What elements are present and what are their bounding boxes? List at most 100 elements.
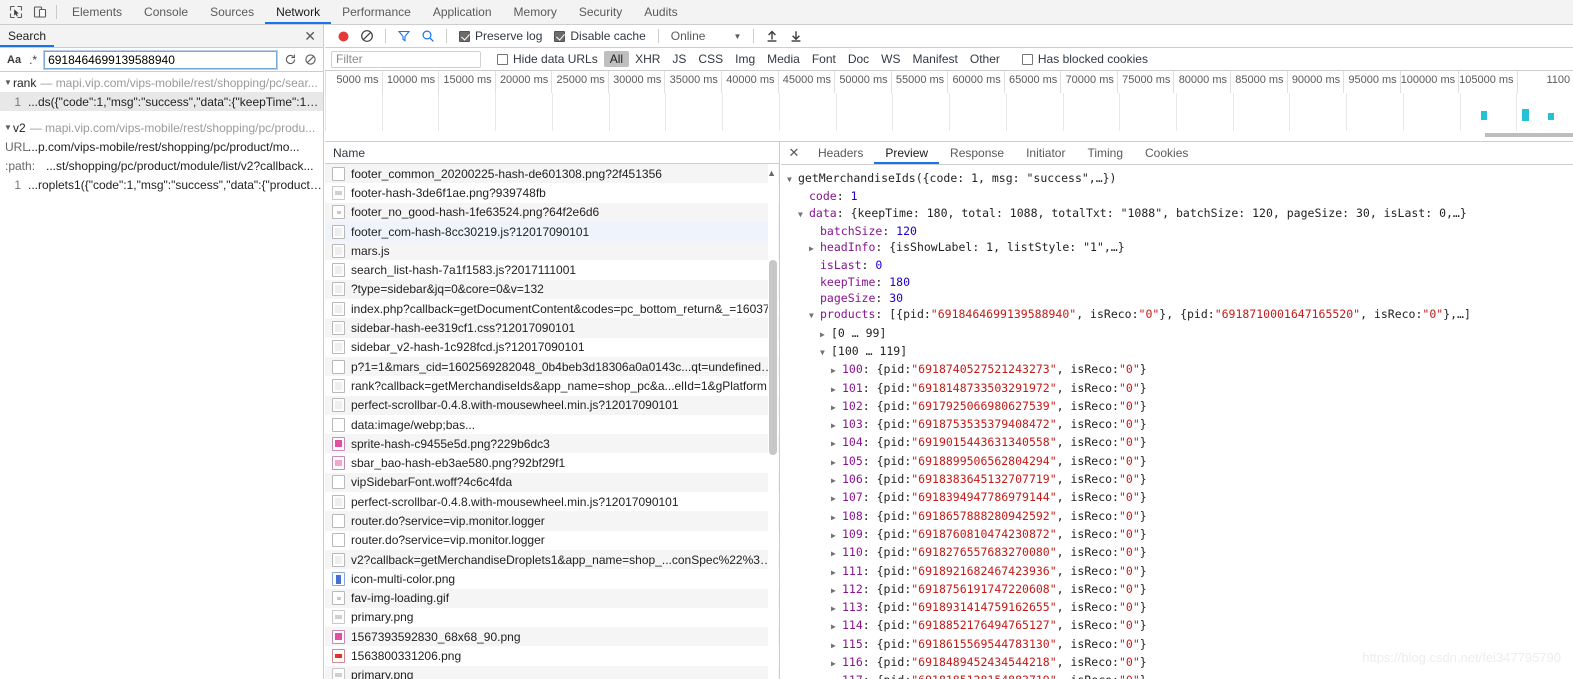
filter-type-xhr[interactable]: XHR xyxy=(629,51,666,67)
filter-type-css[interactable]: CSS xyxy=(692,51,729,67)
request-row[interactable]: perfect-scrollbar-0.4.8.with-mousewheel.… xyxy=(325,395,779,415)
scrollbar-thumb[interactable] xyxy=(769,260,777,455)
search-result-group-rank[interactable]: ▼ rank — mapi.vip.com/vips-mobile/rest/s… xyxy=(0,73,323,92)
request-row[interactable]: perfect-scrollbar-0.4.8.with-mousewheel.… xyxy=(325,492,779,511)
hide-data-urls-checkbox[interactable]: Hide data URLs xyxy=(497,52,598,66)
chevron-right-icon[interactable]: ▶ xyxy=(831,418,842,434)
request-row[interactable]: search_list-hash-7a1f1583.js?2017111001 xyxy=(325,260,779,279)
json-product-item[interactable]: ▶ 111: {pid: "6918921682467423936", isRec… xyxy=(787,563,1573,581)
request-row[interactable]: primary.png xyxy=(325,608,779,627)
request-row[interactable]: rank?callback=getMerchandiseIds&app_name… xyxy=(325,376,779,395)
scroll-up-arrow-icon[interactable]: ▲ xyxy=(767,168,776,178)
network-timeline-overview[interactable]: 5000 ms 10000 ms 15000 ms 20000 ms 25000 ms 3… xyxy=(325,71,1573,142)
chevron-down-icon[interactable]: ▼ xyxy=(798,207,809,223)
tab-performance[interactable]: Performance xyxy=(331,0,422,24)
request-row[interactable]: 1563800331206.png xyxy=(325,646,779,665)
request-row[interactable]: footer-hash-3de6f1ae.png?939748fb xyxy=(325,183,779,202)
json-line-data[interactable]: ▼ data: {keepTime: 180, total: 1088, tota… xyxy=(787,205,1573,223)
json-preview-tree[interactable]: ▼ getMerchandiseIds({code: 1, msg: "succe… xyxy=(781,165,1573,679)
request-list-scrollbar[interactable]: ▲ xyxy=(767,164,778,679)
tab-cookies[interactable]: Cookies xyxy=(1134,142,1199,164)
request-row[interactable]: primary.png xyxy=(325,665,779,679)
has-blocked-cookies-checkbox[interactable]: Has blocked cookies xyxy=(1021,52,1148,66)
chevron-right-icon[interactable]: ▶ xyxy=(831,656,842,672)
json-product-item[interactable]: ▶ 114: {pid: "6918852176494765127", isRec… xyxy=(787,617,1573,635)
chevron-right-icon[interactable]: ▶ xyxy=(831,565,842,581)
chevron-right-icon[interactable]: ▶ xyxy=(831,619,842,635)
clear-icon[interactable] xyxy=(303,53,317,67)
request-row[interactable]: p?1=1&mars_cid=1602569282048_0b4beb3d183… xyxy=(325,356,779,377)
search-result-row[interactable]: 1 ...ds({"code":1,"msg":"success","data"… xyxy=(0,92,323,111)
record-icon[interactable] xyxy=(331,26,355,46)
tab-response[interactable]: Response xyxy=(939,142,1015,164)
search-results-list[interactable]: ▼ rank — mapi.vip.com/vips-mobile/rest/s… xyxy=(0,73,323,679)
json-product-item[interactable]: ▶ 116: {pid: "6918489452434544218", isRec… xyxy=(787,654,1573,672)
json-product-item[interactable]: ▶ 113: {pid: "6918931414759162655", isRec… xyxy=(787,599,1573,617)
search-result-row[interactable]: 1 ...roplets1({"code":1,"msg":"success",… xyxy=(0,175,323,194)
request-row[interactable]: fav-img-loading.gif xyxy=(325,588,779,608)
json-product-item[interactable]: ▶ 101: {pid: "6918148733503291972", isRec… xyxy=(787,380,1573,398)
json-product-item[interactable]: ▶117: {pid: "6918185128154883719", isRec… xyxy=(787,672,1573,679)
filter-type-js[interactable]: JS xyxy=(666,51,692,67)
filter-type-manifest[interactable]: Manifest xyxy=(907,51,964,67)
request-row[interactable]: sidebar-hash-ee319cf1.css?12017090101 xyxy=(325,318,779,338)
tab-preview[interactable]: Preview xyxy=(874,142,939,164)
chevron-right-icon[interactable]: ▶ xyxy=(831,436,842,452)
json-product-item[interactable]: ▶ 108: {pid: "6918657888280942592", isRec… xyxy=(787,508,1573,526)
chevron-right-icon[interactable]: ▶ xyxy=(831,455,842,471)
filter-funnel-icon[interactable] xyxy=(392,26,416,46)
chevron-right-icon[interactable]: ▶ xyxy=(831,601,842,617)
tab-initiator[interactable]: Initiator xyxy=(1015,142,1076,164)
json-product-item[interactable]: ▶ 105: {pid: "6918899506562804294", isRec… xyxy=(787,453,1573,471)
preserve-log-checkbox[interactable]: Preserve log xyxy=(453,29,548,43)
request-row[interactable]: v2?callback=getMerchandiseDroplets1&app_… xyxy=(325,549,779,570)
request-row[interactable]: router.do?service=vip.monitor.logger xyxy=(325,531,779,550)
filter-input[interactable] xyxy=(331,50,481,68)
device-toolbar-icon[interactable] xyxy=(32,4,48,20)
chevron-right-icon[interactable]: ▶ xyxy=(831,491,842,507)
json-line-headinfo[interactable]: ▶ headInfo: {isShowLabel: 1, listStyle: "… xyxy=(787,239,1573,257)
chevron-right-icon[interactable]: ▶ xyxy=(831,473,842,489)
search-result-row[interactable]: :path: ...st/shopping/pc/product/module/… xyxy=(0,156,323,175)
chevron-down-icon[interactable]: ▼ xyxy=(809,308,820,324)
json-line-products[interactable]: ▼ products: [{pid: "6918464699139588940",… xyxy=(787,306,1573,324)
tab-timing[interactable]: Timing xyxy=(1076,142,1134,164)
filter-type-doc[interactable]: Doc xyxy=(842,51,875,67)
close-icon[interactable]: ✕ xyxy=(304,29,316,43)
chevron-right-icon[interactable]: ▶ xyxy=(831,363,842,379)
close-icon[interactable]: ✕ xyxy=(781,142,807,164)
tab-console[interactable]: Console xyxy=(133,0,199,24)
chevron-down-icon[interactable]: ▼ xyxy=(820,345,831,361)
filter-type-img[interactable]: Img xyxy=(729,51,761,67)
clear-icon[interactable] xyxy=(355,26,379,46)
refresh-icon[interactable] xyxy=(283,53,297,67)
tab-elements[interactable]: Elements xyxy=(61,0,133,24)
json-product-item[interactable]: ▶ 109: {pid: "6918760810474230872", isRec… xyxy=(787,526,1573,544)
request-row[interactable]: sbar_bao-hash-eb3ae580.png?92bf29f1 xyxy=(325,453,779,472)
json-product-item[interactable]: ▶ 104: {pid: "6919015443631340558", isRec… xyxy=(787,434,1573,452)
json-product-item[interactable]: ▶ 103: {pid: "6918753535379408472", isRec… xyxy=(787,416,1573,434)
filter-type-other[interactable]: Other xyxy=(964,51,1006,67)
chevron-right-icon[interactable]: ▶ xyxy=(831,583,842,599)
tab-memory[interactable]: Memory xyxy=(503,0,568,24)
json-product-item[interactable]: ▶ 106: {pid: "6918383645132707719", isRec… xyxy=(787,471,1573,489)
json-product-item[interactable]: ▶ 110: {pid: "6918276557683270080", isRec… xyxy=(787,544,1573,562)
search-panel-title[interactable]: Search xyxy=(0,25,55,47)
json-product-item[interactable]: ▶ 107: {pid: "6918394947786979144", isRec… xyxy=(787,489,1573,507)
tab-application[interactable]: Application xyxy=(422,0,503,24)
json-product-item[interactable]: ▶ 115: {pid: "6918615569544783130", isRec… xyxy=(787,636,1573,654)
tab-headers[interactable]: Headers xyxy=(807,142,874,164)
json-product-item[interactable]: ▶ 112: {pid: "6918756191747220608", isRec… xyxy=(787,581,1573,599)
request-row[interactable]: 1567393592830_68x68_90.png xyxy=(325,627,779,647)
request-row[interactable]: ?type=sidebar&jq=0&core=0&v=132 xyxy=(325,279,779,300)
tab-network[interactable]: Network xyxy=(265,0,332,24)
import-har-icon[interactable] xyxy=(760,26,784,46)
match-case-icon[interactable]: Aa xyxy=(6,54,22,66)
chevron-right-icon[interactable]: ▶ xyxy=(809,241,820,257)
inspect-element-icon[interactable] xyxy=(8,4,24,20)
request-row[interactable]: router.do?service=vip.monitor.logger xyxy=(325,511,779,531)
json-range-collapsed[interactable]: ▶ [0 … 99] xyxy=(787,325,1573,343)
request-row[interactable]: icon-multi-color.png xyxy=(325,569,779,588)
request-row[interactable]: footer_com-hash-8cc30219.js?12017090101 xyxy=(325,221,779,242)
throttling-select[interactable]: Online ▼ xyxy=(665,29,748,43)
